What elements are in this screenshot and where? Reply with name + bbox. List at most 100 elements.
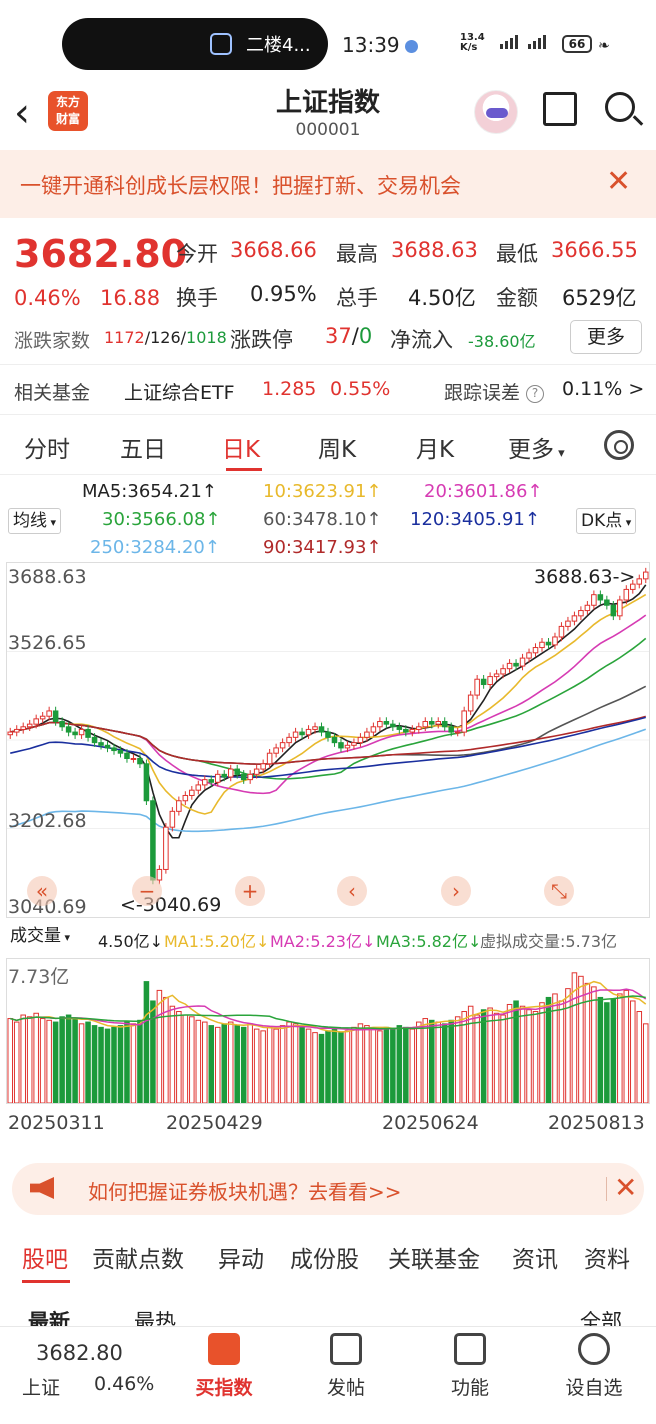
prev-button[interactable]: ‹ <box>337 876 367 906</box>
kline-chart[interactable] <box>6 562 650 918</box>
add-watchlist-button[interactable]: 设自选 <box>556 1333 632 1400</box>
candle <box>52 710 59 723</box>
gear-icon[interactable] <box>604 430 634 460</box>
candle <box>351 742 357 746</box>
next-button[interactable]: › <box>441 876 471 906</box>
tab-weekly-k[interactable]: 周K <box>318 430 356 464</box>
volume-bar <box>279 1025 286 1104</box>
assistant-robot-icon[interactable] <box>474 90 518 134</box>
fullscreen-button[interactable]: ⤡ <box>544 876 574 906</box>
edit-icon <box>330 1333 362 1365</box>
more-button[interactable]: 更多 <box>570 320 642 354</box>
virtual-volume: 虚拟成交量:5.73亿 <box>480 932 618 951</box>
train-icon <box>210 33 232 55</box>
battery-icon: 66 <box>562 35 592 53</box>
functions-button[interactable]: 功能 <box>432 1333 508 1400</box>
candle <box>292 731 299 738</box>
tab-guba[interactable]: 股吧 <box>22 1240 68 1274</box>
zoom-out-button[interactable]: − <box>132 876 162 906</box>
candle <box>286 736 292 744</box>
status-dot-icon <box>405 40 418 53</box>
close-icon[interactable]: ✕ <box>606 164 631 199</box>
current-price: 3682.80 <box>14 232 188 276</box>
volume-bar <box>143 981 150 1104</box>
ad-banner[interactable]: 如何把握证券板块机遇？去看看>> ✕ <box>12 1163 644 1215</box>
tab-contribution[interactable]: 贡献点数 <box>92 1240 184 1274</box>
volume-bar <box>351 1026 357 1104</box>
volume-current: 4.50亿↓ <box>98 932 164 951</box>
ma20-legend: 20:3601.86↑ <box>424 481 543 502</box>
grid-icon <box>454 1333 486 1365</box>
volume-bar <box>176 1011 182 1104</box>
volume-max-label: 7.73亿 <box>8 966 70 988</box>
candle <box>234 768 240 775</box>
tab-news[interactable]: 资讯 <box>512 1240 558 1274</box>
breadth-label: 涨跌家数 <box>14 330 91 352</box>
volume-bar <box>565 988 571 1104</box>
tab-movement[interactable]: 异动 <box>218 1240 264 1274</box>
tab-fenshi[interactable]: 分时 <box>24 430 70 464</box>
zoom-in-button[interactable]: + <box>235 876 265 906</box>
candle <box>240 773 247 781</box>
volume-bar <box>338 1032 344 1104</box>
candle <box>156 868 163 881</box>
tab-profile[interactable]: 资料 <box>584 1240 630 1274</box>
fund-pct: 0.55% <box>330 378 391 400</box>
volume-bar <box>59 1016 65 1104</box>
rewind-button[interactable]: « <box>27 876 57 906</box>
volume-bar <box>7 1018 14 1104</box>
volume-bar <box>299 1026 305 1104</box>
dynamic-island[interactable]: 二楼4... <box>62 18 328 70</box>
volume-ma3: MA3:5.82亿↓ <box>376 932 482 951</box>
high-label: 最高 <box>336 242 378 266</box>
tab-five-day[interactable]: 五日 <box>120 430 166 464</box>
volume-chart[interactable] <box>6 958 650 1104</box>
candle <box>461 710 467 733</box>
volume-bar <box>500 1014 506 1104</box>
search-icon[interactable] <box>605 92 635 122</box>
volume-bar <box>221 1023 228 1104</box>
post-button[interactable]: 发帖 <box>308 1333 384 1400</box>
candle <box>474 678 480 696</box>
change-percent: 0.46% <box>14 286 81 310</box>
dk-selector[interactable]: DK点 ▾ <box>576 508 637 534</box>
candle <box>467 694 474 712</box>
volume-bar <box>111 1026 117 1104</box>
netflow-value: -38.60亿 <box>468 332 536 351</box>
volume-bar <box>370 1028 377 1104</box>
candle <box>448 726 454 733</box>
bottom-bar: 3682.80 上证 0.46% 买指数 发帖 功能 设自选 <box>0 1326 656 1424</box>
volume-bar <box>182 1014 189 1104</box>
tab-constituents[interactable]: 成份股 <box>290 1240 359 1274</box>
ma5-line <box>10 584 647 839</box>
tab-related-funds[interactable]: 关联基金 <box>388 1240 480 1274</box>
volume-bar <box>305 1028 312 1104</box>
volume-bar <box>98 1026 104 1104</box>
x-date-label: 20250429 <box>166 1112 263 1134</box>
volume-bar <box>344 1030 351 1104</box>
promo-banner[interactable]: 一键开通科创成长层权限！把握打新、交易机会 ✕ <box>0 150 656 218</box>
candle <box>20 726 26 730</box>
candle <box>396 726 403 730</box>
fund-name[interactable]: 上证综合ETF <box>124 378 235 405</box>
limit-label: 涨跌停 <box>230 328 293 352</box>
tab-monthly-k[interactable]: 月K <box>416 430 454 464</box>
candle <box>65 726 72 733</box>
volume-bar <box>467 1005 474 1104</box>
tab-daily-k[interactable]: 日K <box>222 430 260 464</box>
close-icon[interactable]: ✕ <box>614 1171 637 1204</box>
candle <box>617 599 623 617</box>
ma5-legend: MA5:3654.21↑ <box>82 481 217 502</box>
share-icon[interactable] <box>543 92 577 126</box>
tab-more[interactable]: 更多 ▾ <box>508 430 565 464</box>
ma-selector[interactable]: 均线 ▾ <box>8 508 62 534</box>
candle <box>260 763 266 770</box>
limit-values: 37/0 <box>325 324 373 348</box>
volume-bar <box>240 1026 247 1104</box>
track-error-label: 跟踪误差 ? <box>444 378 545 405</box>
candle <box>124 752 130 759</box>
candle <box>325 731 331 738</box>
volume-selector[interactable]: 成交量 ▾ <box>6 924 74 950</box>
buy-index-button[interactable]: 买指数 <box>186 1333 262 1400</box>
volume-bar <box>558 1000 565 1104</box>
